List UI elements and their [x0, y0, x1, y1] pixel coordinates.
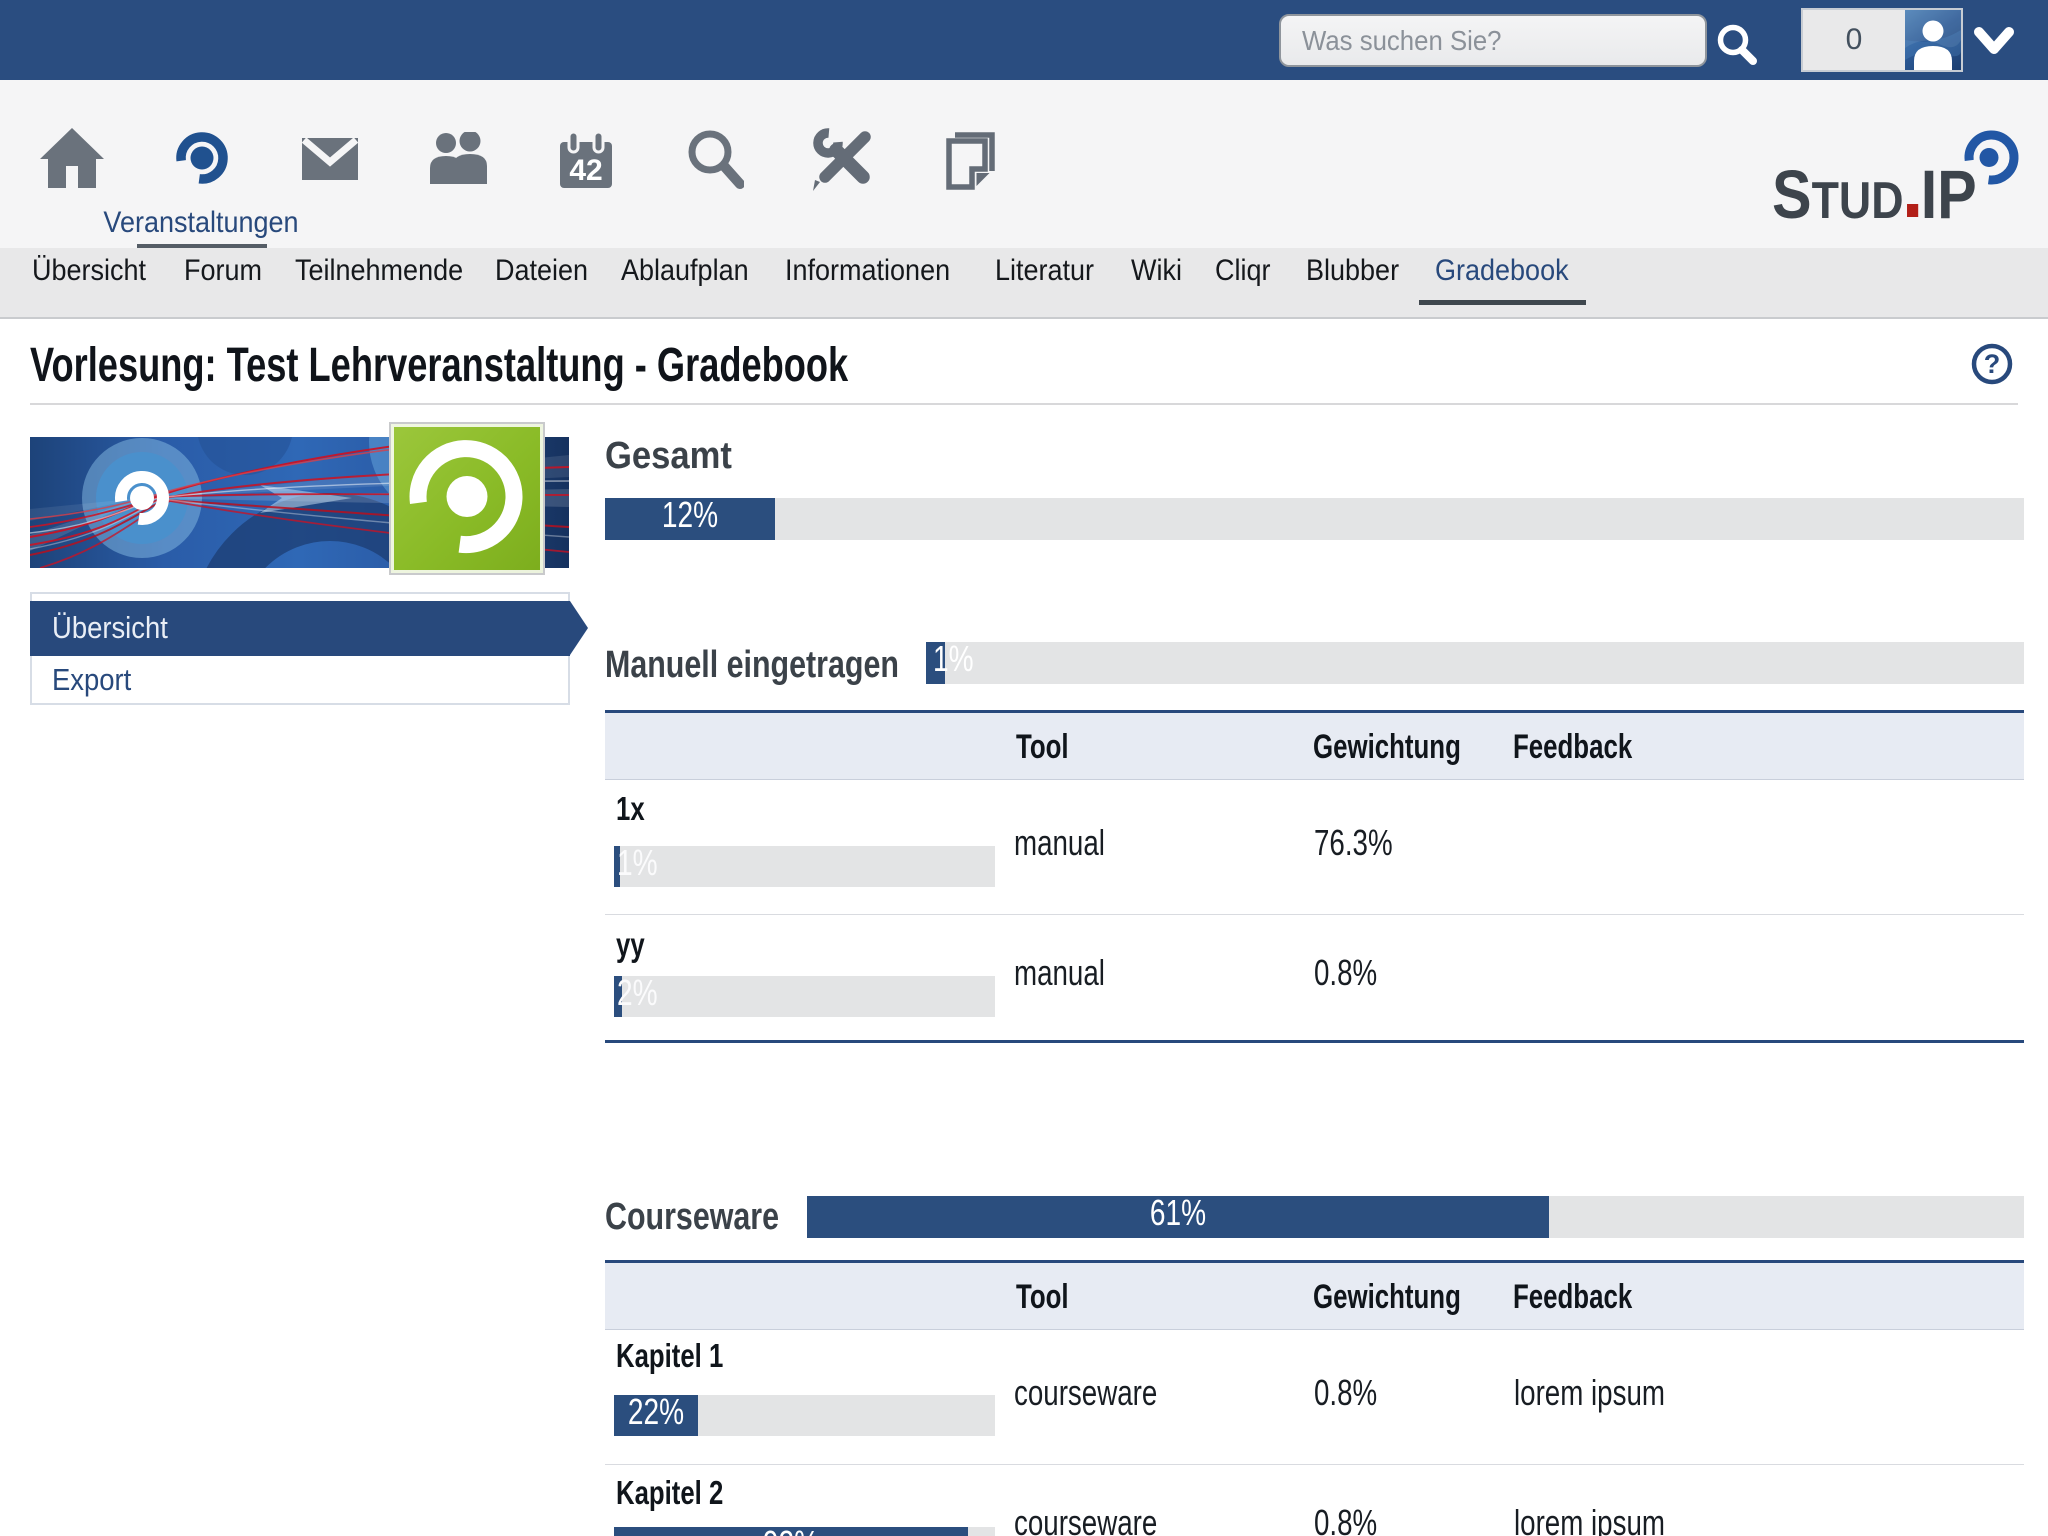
svg-text:42: 42: [569, 154, 602, 187]
svg-text:?: ?: [1984, 349, 2001, 379]
